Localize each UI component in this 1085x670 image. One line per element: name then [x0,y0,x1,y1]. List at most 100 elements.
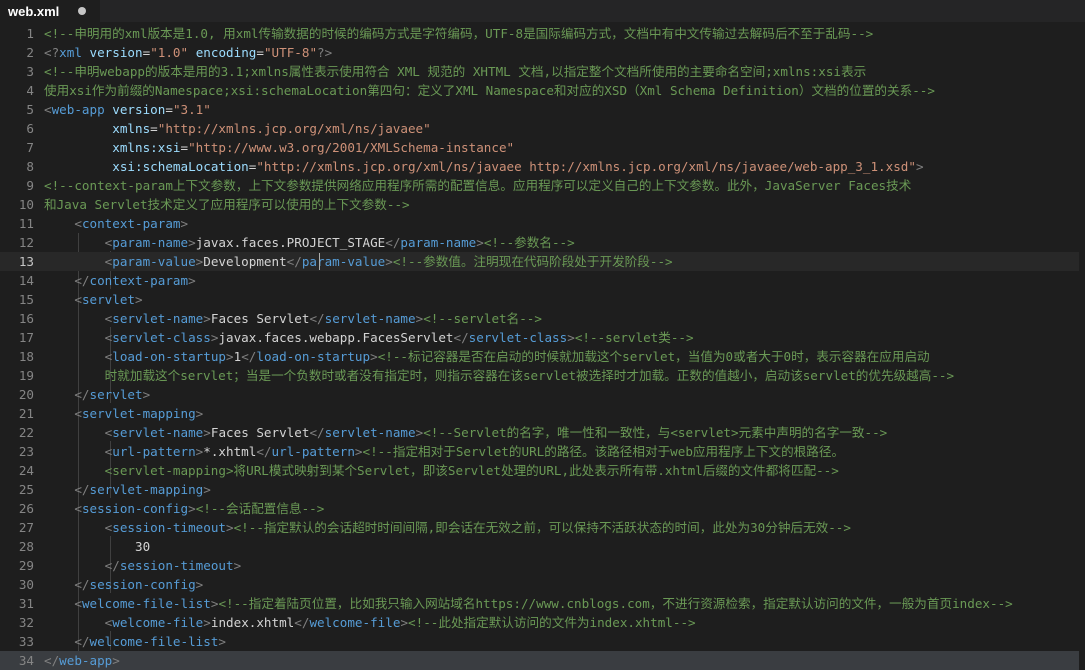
code-line[interactable]: 15 <servlet> [0,290,1085,309]
code-line[interactable]: 1 <!--申明用的xml版本是1.0, 用xml传输数据的时候的编码方式是字符编… [0,24,1085,43]
unsaved-changes-icon[interactable] [78,7,86,15]
code-line[interactable]: 6 xmlns="http://xmlns.jcp.org/xml/ns/jav… [0,119,1085,138]
token-txt: *.xhtml [203,444,257,459]
token-tag: welcome-file-list [89,634,219,649]
token-punc: < [74,216,82,231]
line-content: <session-timeout><!--指定默认的会话超时时间间隔,即会话在无… [44,518,851,537]
line-number: 16 [18,311,34,326]
code-line[interactable]: 23 <url-pattern>*.xhtml</url-pattern><!-… [0,442,1085,461]
token-cmt: <!--servlet名--> [423,311,542,326]
code-line[interactable]: 11 <context-param> [0,214,1085,233]
token-tag: param-value [112,254,196,269]
code-line[interactable]: 17 <servlet-class>javax.faces.webapp.Fac… [0,328,1085,347]
code-line[interactable]: 2 <?xml version="1.0" encoding="UTF-8"?> [0,43,1085,62]
code-line[interactable]: 24 <servlet-mapping>将URL模式映射到某个Servlet，即… [0,461,1085,480]
token-tag: session-timeout [112,520,226,535]
code-line[interactable]: 29 </session-timeout> [0,556,1085,575]
line-content: <!--申明webapp的版本是用的3.1;xmlns属性表示使用符合 XML … [44,62,866,81]
code-line[interactable]: 30 </session-config> [0,575,1085,594]
token-punc: > [188,235,196,250]
token-punc: > [142,387,151,402]
token-punc: < [74,501,82,516]
token-cmt: <!--context-param上下文参数，上下文参数提供网络应用程序所需的配… [44,178,912,193]
token-tag: welcome-file [112,615,204,630]
code-editor[interactable]: 1 <!--申明用的xml版本是1.0, 用xml传输数据的时候的编码方式是字符编… [0,24,1085,670]
token-tag: session-timeout [119,558,234,573]
token-cmt: <!--参数值。注明现在代码阶段处于开发阶段--> [392,254,673,269]
code-line[interactable]: 7 xmlns:xsi="http://www.w3.org/2001/XMLS… [0,138,1085,157]
code-line[interactable]: 27 <session-timeout><!--指定默认的会话超时时间间隔,即会… [0,518,1085,537]
token-punc: > [188,273,196,288]
code-line[interactable]: 21 <servlet-mapping> [0,404,1085,423]
line-content: <!--context-param上下文参数，上下文参数提供网络应用程序所需的配… [44,176,911,195]
token-tag: servlet-name [324,311,416,326]
line-number: 24 [18,463,34,478]
code-line[interactable]: 25 </servlet-mapping> [0,480,1085,499]
token-punc: > [915,159,924,174]
token-punc: > [567,330,575,345]
line-number: 7 [26,140,34,155]
token-punc: > [226,520,234,535]
token-str: "http://xmlns.jcp.org/xml/ns/javaee" [157,121,431,136]
code-line[interactable]: 34 </web-app> [0,651,1085,670]
token-tag: web-app [51,102,105,117]
line-content: </servlet-mapping> [44,480,211,499]
code-line[interactable]: 31 <welcome-file-list><!--指定着陆页位置，比如我只输入… [0,594,1085,613]
code-line[interactable]: 14 </context-param> [0,271,1085,290]
token-punc: </ [104,558,120,573]
line-content: <servlet> [44,290,142,309]
line-content: <welcome-file>index.xhtml</welcome-file>… [44,613,696,632]
code-line[interactable]: 9 <!--context-param上下文参数，上下文参数提供网络应用程序所需的… [0,176,1085,195]
code-line[interactable]: 13 <param-value>Development</param-value… [0,252,1085,271]
code-line[interactable]: 22 <servlet-name>Faces Servlet</servlet-… [0,423,1085,442]
tab-bar: web.xml [0,0,1085,22]
editor-scrollbar[interactable] [1079,24,1085,670]
code-line[interactable]: 33 </welcome-file-list> [0,632,1085,651]
code-line[interactable]: 19 时就加载这个servlet；当是一个负数时或者没有指定时，则指示容器在该s… [0,366,1085,385]
token-tag: servlet [89,387,143,402]
line-number: 30 [18,577,34,592]
code-line[interactable]: 26 <session-config><!--会话配置信息--> [0,499,1085,518]
line-content: <servlet-name>Faces Servlet</servlet-nam… [44,309,542,328]
line-content: </web-app> [44,651,120,670]
code-line[interactable]: 28 30 [0,537,1085,556]
token-attr: xmlns [112,121,151,136]
token-punc: </ [241,349,257,364]
code-line[interactable]: 16 <servlet-name>Faces Servlet</servlet-… [0,309,1085,328]
token-str: "http://www.w3.org/2001/XMLSchema-instan… [188,140,515,155]
line-number: 19 [18,368,34,383]
code-line[interactable]: 12 <param-name>javax.faces.PROJECT_STAGE… [0,233,1085,252]
line-content: <welcome-file-list><!--指定着陆页位置，比如我只输入网站域… [44,594,1012,613]
line-number: 34 [18,653,34,668]
token-str: "http://xmlns.jcp.org/xml/ns/javaee http… [256,159,916,174]
token-punc: </ [44,653,60,668]
line-number: 33 [18,634,34,649]
line-number: 28 [18,539,34,554]
code-line[interactable]: 5 <web-app version="3.1" [0,100,1085,119]
line-number: 11 [18,216,34,231]
code-line[interactable]: 18 <load-on-startup>1</load-on-startup><… [0,347,1085,366]
line-number: 17 [18,330,34,345]
line-content: </session-config> [44,575,203,594]
tab-web-xml[interactable]: web.xml [0,0,100,22]
line-content: xsi:schemaLocation="http://xmlns.jcp.org… [44,157,924,176]
code-line[interactable]: 3 <!--申明webapp的版本是用的3.1;xmlns属性表示使用符合 XML… [0,62,1085,81]
code-line[interactable]: 8 xsi:schemaLocation="http://xmlns.jcp.o… [0,157,1085,176]
token-punc: > [203,482,211,497]
code-line[interactable]: 32 <welcome-file>index.xhtml</welcome-fi… [0,613,1085,632]
token-punc: > [195,577,204,592]
line-number: 10 [18,197,34,212]
text-cursor [319,253,320,270]
code-line[interactable]: 4 使用xsi作为前缀的Namespace;xsi:schemaLocation第… [0,81,1085,100]
code-line[interactable]: 20 </servlet> [0,385,1085,404]
code-line[interactable]: 10 和Java Servlet技术定义了应用程序可以使用的上下文参数--> [0,195,1085,214]
token-punc: </ [385,235,401,250]
token-tag: servlet-class [468,330,568,345]
token-punc: > [400,615,409,630]
